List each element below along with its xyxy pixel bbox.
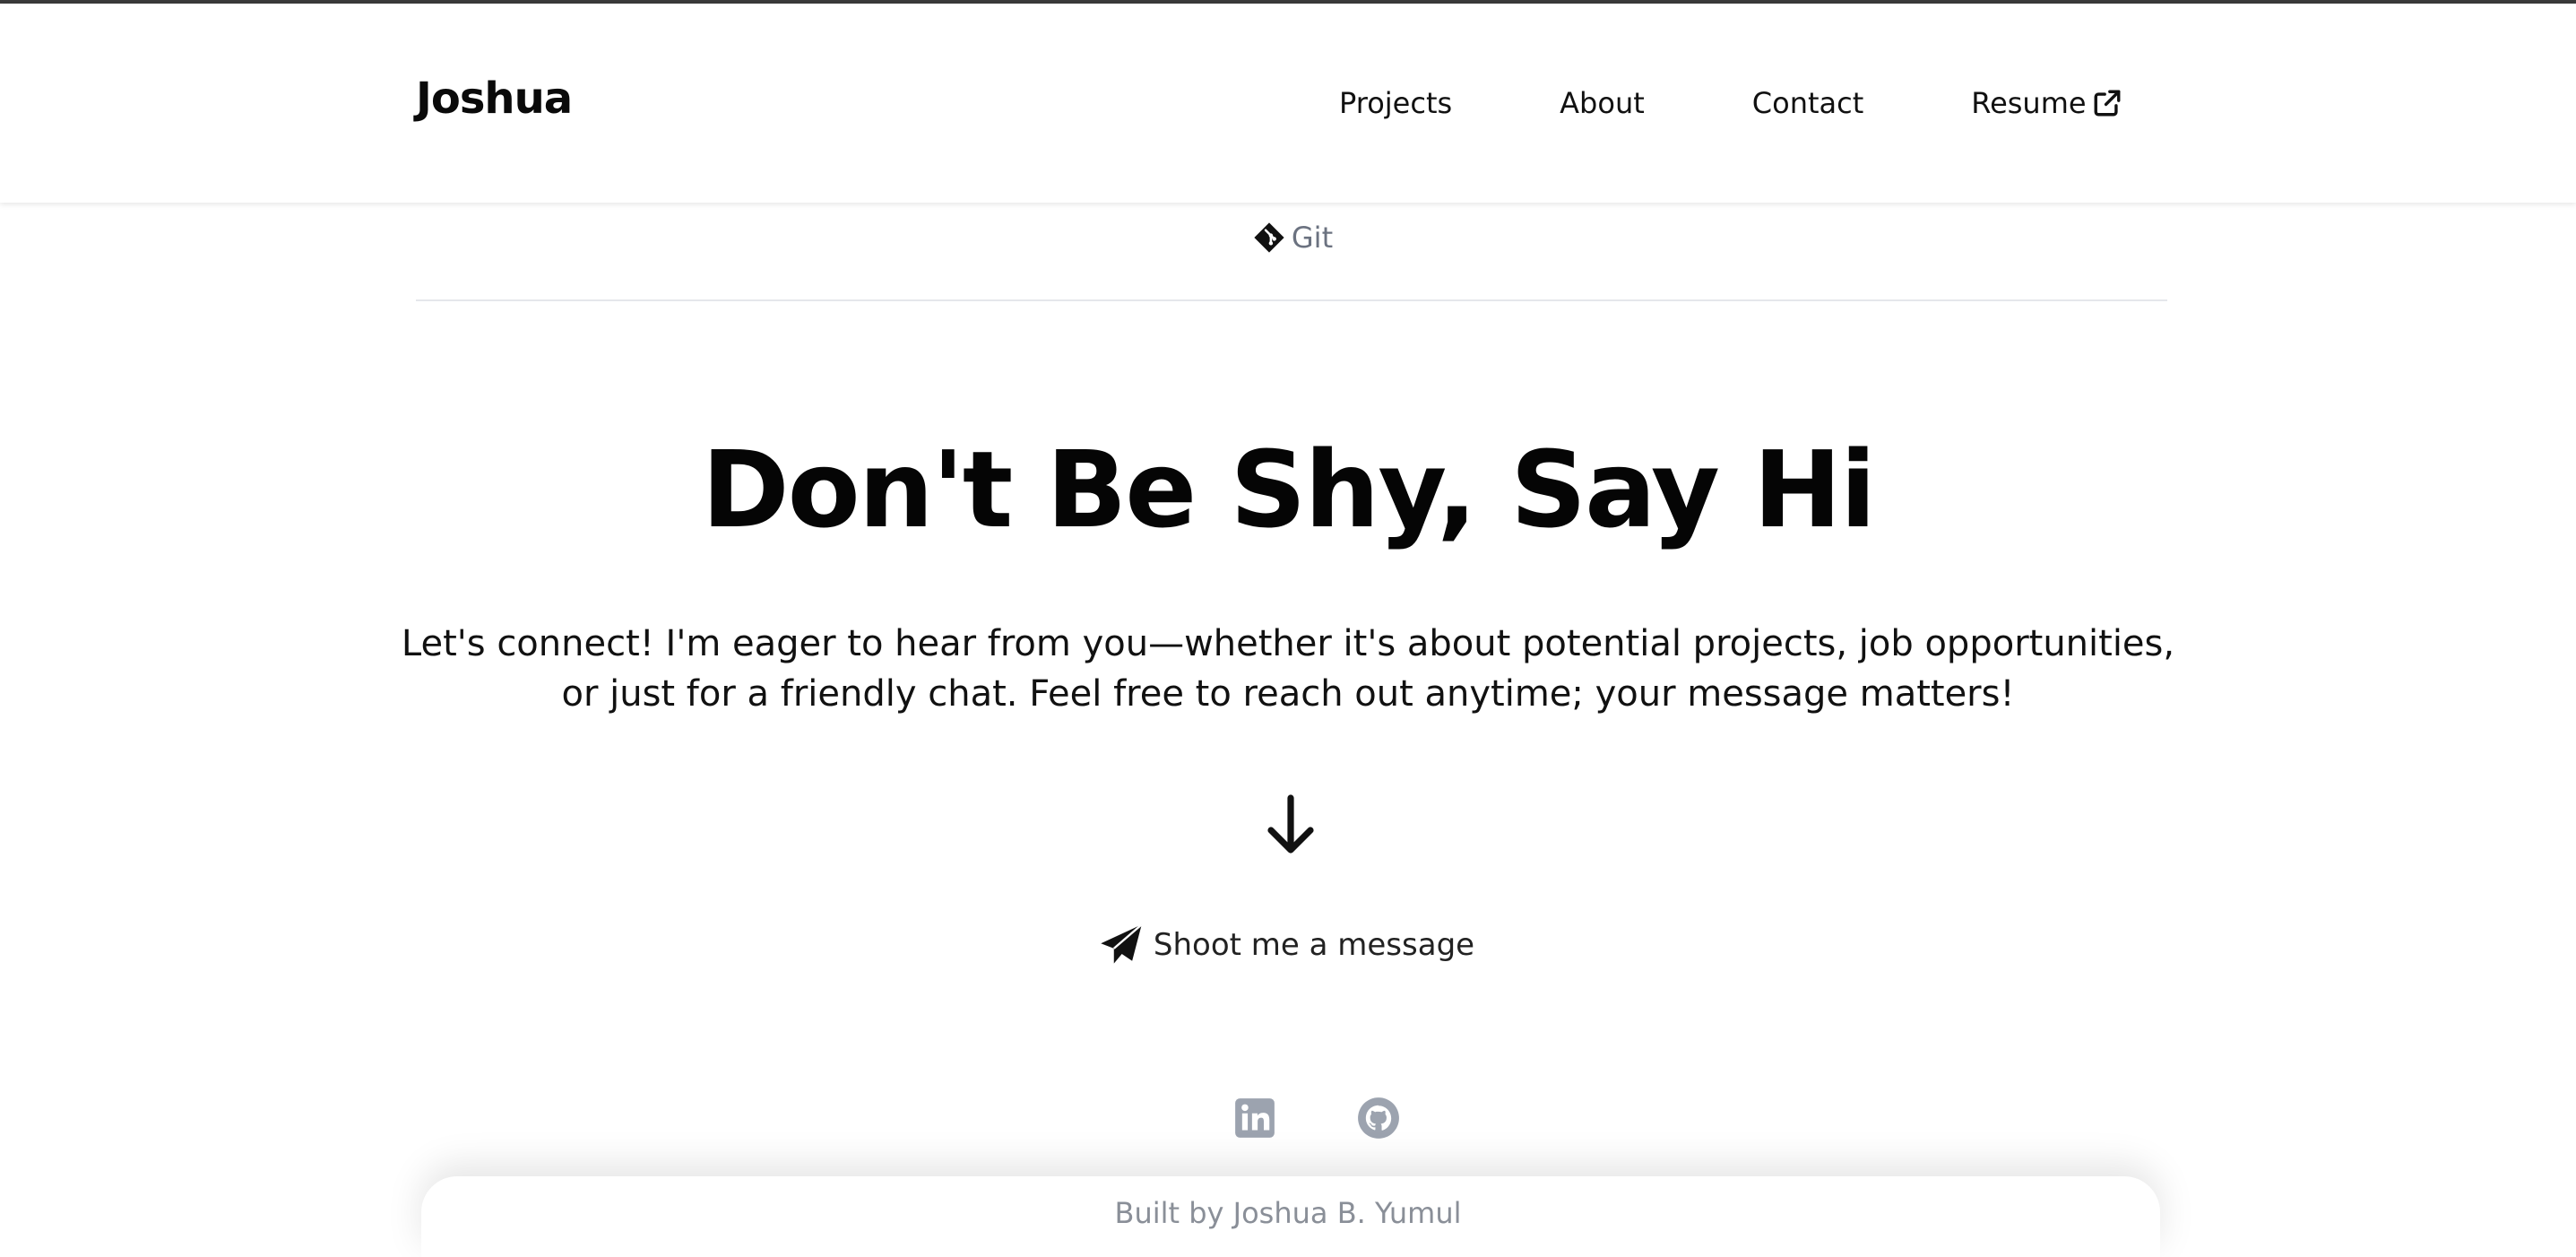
navbar: Joshua Projects About Contact Resume [0, 4, 2576, 203]
nav-link-resume[interactable]: Resume [1971, 86, 2122, 120]
hero-description-line: or just for a friendly chat. Feel free t… [561, 673, 2015, 715]
linkedin-icon[interactable] [1232, 1096, 1277, 1140]
nav-link-label: About [1560, 86, 1645, 120]
paper-plane-icon [1101, 923, 1143, 964]
nav-link-label: Projects [1339, 86, 1453, 120]
git-icon [1254, 222, 1284, 253]
tech-item-label: Git [1291, 221, 1334, 255]
nav-link-projects[interactable]: Projects [1339, 86, 1452, 120]
nav-link-label: Resume [1971, 86, 2087, 120]
section-divider [416, 299, 2167, 301]
contact-cta: Shoot me a message [0, 922, 2576, 968]
social-links [0, 1096, 2576, 1140]
arrow-down-icon [1267, 794, 1314, 854]
page-title: Don't Be Shy, Say Hi [701, 428, 1877, 551]
nav-links: Projects About Contact Resume [1339, 86, 2122, 120]
tech-item: Git [1252, 221, 1333, 255]
cta-label: Shoot me a message [1153, 927, 1475, 963]
nav-link-about[interactable]: About [1560, 86, 1645, 120]
footer-credit: Built by Joshua B. Yumul [1114, 1196, 1462, 1230]
github-icon[interactable] [1356, 1096, 1401, 1140]
social-icons [1193, 1096, 1440, 1140]
hero-description-line: Let's connect! I'm eager to hear from yo… [401, 623, 2175, 664]
tech-item-git: Git [0, 221, 2576, 255]
hero-description: Let's connect! I'm eager to hear from yo… [392, 619, 2184, 719]
shoot-message-button[interactable]: Shoot me a message [1098, 922, 1474, 968]
nav-link-label: Contact [1751, 86, 1864, 120]
nav-link-contact[interactable]: Contact [1752, 86, 1864, 120]
brand-logo[interactable]: Joshua [416, 74, 573, 124]
external-link-icon [2094, 90, 2121, 117]
